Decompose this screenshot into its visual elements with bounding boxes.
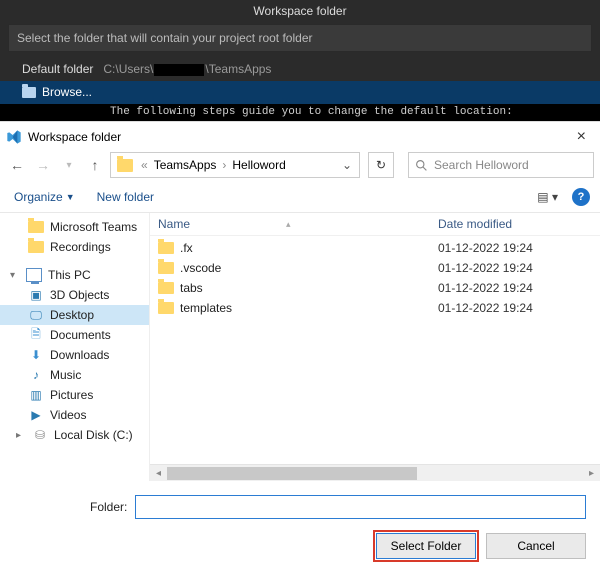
quickpick-prompt[interactable]: Select the folder that will contain your…	[8, 24, 592, 52]
folder-icon	[158, 282, 174, 294]
documents-icon: 🗎	[28, 328, 44, 342]
tree-this-pc[interactable]: ▾This PC	[0, 265, 149, 285]
terminal-hint: The following steps guide you to change …	[0, 104, 600, 121]
dialog-titlebar: Workspace folder ×	[0, 122, 600, 150]
help-button[interactable]: ?	[572, 188, 590, 206]
forward-button[interactable]: →	[32, 154, 54, 176]
tree-item[interactable]: ▶Videos	[0, 405, 149, 425]
list-item[interactable]: templates01-12-2022 19:24	[150, 298, 600, 318]
breadcrumb-item[interactable]: TeamsApps	[152, 158, 219, 172]
up-button[interactable]: ↑	[84, 154, 106, 176]
tree-item-desktop[interactable]: 🖵Desktop	[0, 305, 149, 325]
browse-label: Browse...	[42, 85, 92, 99]
cancel-button[interactable]: Cancel	[486, 533, 586, 559]
list-header[interactable]: Name▴ Date modified	[150, 213, 600, 236]
folder-label: Folder:	[90, 500, 127, 514]
videos-icon: ▶	[28, 408, 44, 422]
horizontal-scrollbar[interactable]: ◂ ▸	[150, 464, 600, 481]
search-icon	[415, 159, 428, 172]
tree-item[interactable]: ▸⛁Local Disk (C:)	[0, 425, 149, 445]
default-folder-label: Default folder	[22, 62, 93, 76]
dialog-navbar: ← → ▾ ↑ « TeamsApps › Helloword ⌄ ↻ Sear…	[0, 150, 600, 184]
refresh-button[interactable]: ↻	[368, 152, 394, 178]
quickpick-title: Workspace folder	[0, 0, 600, 24]
redacted-username	[154, 64, 204, 76]
search-input[interactable]: Search Helloword	[408, 152, 594, 178]
tree-item[interactable]: ▣3D Objects	[0, 285, 149, 305]
tree-item[interactable]: ▥Pictures	[0, 385, 149, 405]
music-icon: ♪	[28, 368, 44, 382]
vscode-quickpick: Workspace folder Select the folder that …	[0, 0, 600, 104]
sort-indicator: ▴	[286, 219, 291, 230]
list-body[interactable]: .fx01-12-2022 19:24 .vscode01-12-2022 19…	[150, 236, 600, 464]
view-options[interactable]: ▤ ▾	[537, 190, 558, 204]
folder-input[interactable]	[135, 495, 586, 519]
address-bar[interactable]: « TeamsApps › Helloword ⌄	[110, 152, 360, 178]
breadcrumb-item[interactable]: Helloword	[230, 158, 287, 172]
dialog-toolbar: Organize▼ New folder ▤ ▾ ?	[0, 184, 600, 213]
folder-icon	[28, 221, 44, 233]
pc-icon	[26, 268, 42, 282]
dialog-title: Workspace folder	[28, 130, 121, 144]
tree-item[interactable]: ⬇Downloads	[0, 345, 149, 365]
folder-icon	[158, 302, 174, 314]
folder-icon	[158, 262, 174, 274]
quickpick-browse[interactable]: Browse...	[0, 81, 600, 104]
select-folder-button[interactable]: Select Folder	[376, 533, 476, 559]
folder-icon	[117, 159, 133, 172]
recent-dropdown[interactable]: ▾	[58, 154, 80, 176]
downloads-icon: ⬇	[28, 348, 44, 362]
scrollbar-thumb[interactable]	[167, 467, 417, 480]
pictures-icon: ▥	[28, 388, 44, 402]
folder-icon	[28, 241, 44, 253]
desktop-icon: 🖵	[28, 308, 44, 322]
file-list: Name▴ Date modified .fx01-12-2022 19:24 …	[150, 213, 600, 481]
folder-icon	[158, 242, 174, 254]
tree-item[interactable]: Recordings	[0, 237, 149, 257]
objects3d-icon: ▣	[28, 288, 44, 302]
dialog-footer: Folder: Select Folder Cancel	[0, 481, 600, 569]
quickpick-default-folder[interactable]: Default folder C:\Users\\TeamsApps	[0, 58, 600, 81]
back-button[interactable]: ←	[6, 154, 28, 176]
nav-tree[interactable]: Microsoft Teams Recordings ▾This PC ▣3D …	[0, 213, 150, 481]
disk-icon: ⛁	[32, 428, 48, 442]
new-folder-button[interactable]: New folder	[97, 190, 154, 204]
list-item[interactable]: .vscode01-12-2022 19:24	[150, 258, 600, 278]
tree-item[interactable]: ♪Music	[0, 365, 149, 385]
file-dialog: Workspace folder × ← → ▾ ↑ « TeamsApps ›…	[0, 121, 600, 569]
list-item[interactable]: tabs01-12-2022 19:24	[150, 278, 600, 298]
tree-item[interactable]: 🗎Documents	[0, 325, 149, 345]
tree-item[interactable]: Microsoft Teams	[0, 217, 149, 237]
organize-menu[interactable]: Organize▼	[14, 190, 75, 204]
chevron-down-icon[interactable]: ⌄	[337, 158, 357, 172]
folder-open-icon	[22, 87, 36, 98]
list-item[interactable]: .fx01-12-2022 19:24	[150, 238, 600, 258]
scroll-right-button[interactable]: ▸	[583, 465, 600, 482]
scroll-left-button[interactable]: ◂	[150, 465, 167, 482]
vscode-icon	[6, 129, 22, 145]
close-button[interactable]: ×	[571, 128, 592, 146]
